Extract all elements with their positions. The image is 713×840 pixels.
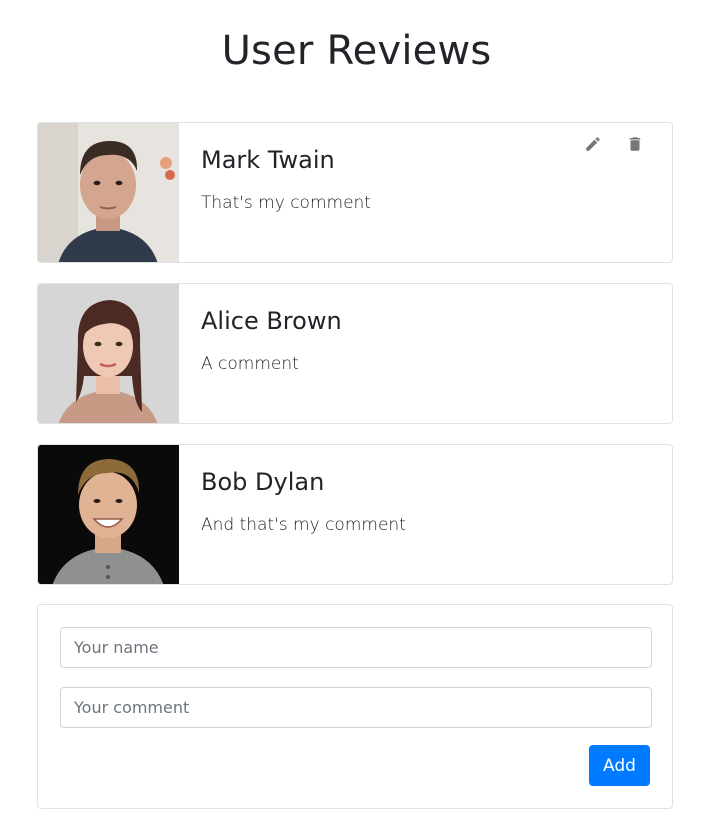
reviewer-name: Alice Brown — [201, 307, 342, 335]
review-comment: And that's my comment — [201, 515, 406, 535]
add-button[interactable]: Add — [589, 745, 650, 786]
reviewer-name: Bob Dylan — [201, 468, 325, 496]
add-review-form: Add — [37, 604, 673, 809]
review-card: Bob Dylan And that's my comment — [37, 444, 673, 585]
page-title: User Reviews — [221, 28, 492, 74]
review-card: Mark Twain That's my comment — [37, 122, 673, 263]
review-card: Alice Brown A comment — [37, 283, 673, 424]
pencil-icon[interactable] — [584, 135, 602, 153]
review-comment: A comment — [201, 354, 299, 374]
name-input[interactable] — [60, 627, 652, 668]
comment-input[interactable] — [60, 687, 652, 728]
reviewer-name: Mark Twain — [201, 146, 335, 174]
trash-icon[interactable] — [626, 135, 644, 153]
avatar — [38, 123, 179, 262]
review-actions — [584, 135, 644, 153]
avatar — [38, 445, 179, 584]
review-comment: That's my comment — [201, 193, 371, 213]
avatar — [38, 284, 179, 423]
